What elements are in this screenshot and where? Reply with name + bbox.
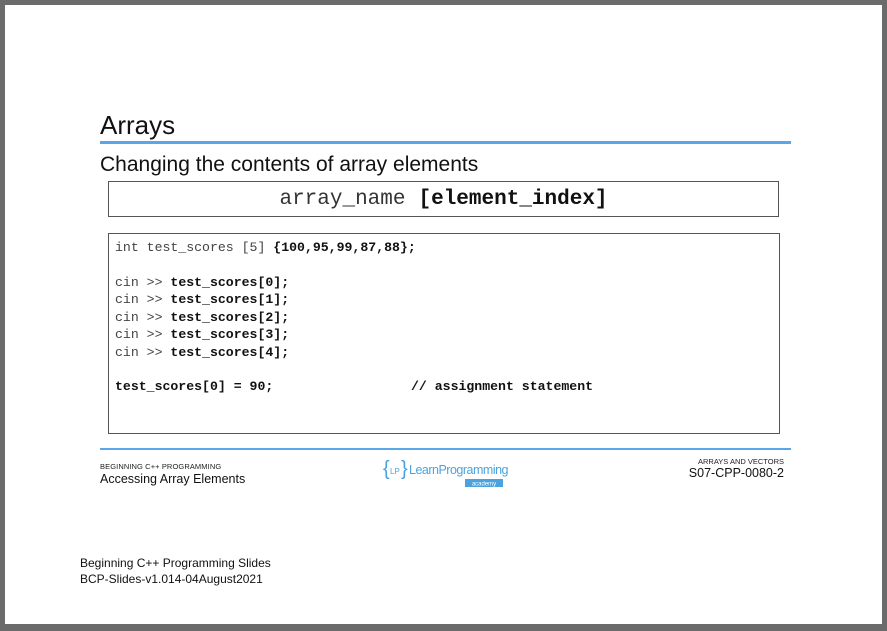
code-line-cin: cin >> test_scores[2]; (115, 309, 779, 327)
slide-title: Arrays (100, 110, 176, 140)
code-line-assignment: test_scores[0] = 90; // assignment statem… (115, 378, 779, 396)
cin-target: test_scores[2]; (170, 309, 290, 325)
logo-wordmark: LearnProgramming (409, 463, 509, 477)
svg-text:}: } (401, 458, 408, 480)
assignment-comment: // assignment statement (411, 379, 594, 394)
title-divider (100, 141, 791, 144)
document-title: Beginning C++ Programming Slides (80, 556, 271, 570)
syntax-box: array_name [element_index] (108, 181, 779, 217)
syntax-element-index: [element_index] (418, 187, 608, 211)
document-version: BCP-Slides-v1.014-04August2021 (80, 572, 263, 586)
logo-graphic: { LP } LearnProgramming academy (383, 458, 509, 488)
cin-target: test_scores[4]; (170, 344, 290, 360)
cin-target: test_scores[3]; (170, 327, 290, 342)
code-declaration: int test_scores [5] (115, 240, 274, 255)
cin-prefix: cin >> (115, 344, 171, 360)
slide-code: S07-CPP-0080-2 (688, 466, 784, 480)
section-name: ARRAYS AND VECTORS (698, 457, 784, 466)
syntax-array-name: array_name (279, 187, 406, 211)
code-line-declaration: int test_scores [5] {100,95,99,87,88}; (115, 239, 779, 257)
cin-prefix: cin >> (115, 327, 171, 342)
footer-divider (100, 448, 791, 450)
code-line-cin: cin >> test_scores[4]; (115, 344, 779, 362)
cin-prefix: cin >> (115, 309, 171, 325)
code-box: int test_scores [5] {100,95,99,87,88}; c… (108, 233, 780, 434)
assignment-statement: test_scores[0] = 90; (115, 379, 274, 394)
svg-text:{: { (383, 458, 390, 480)
code-line-cin: cin >> test_scores[0]; (115, 274, 779, 292)
lecture-title: Accessing Array Elements (100, 472, 246, 486)
course-name: BEGINNING C++ PROGRAMMING (100, 462, 222, 471)
slide-page: Arrays Changing the contents of array el… (5, 5, 882, 624)
cin-target: test_scores[1]; (170, 292, 290, 307)
cin-target: test_scores[0]; (170, 274, 290, 290)
logo-monogram: LP (390, 467, 400, 476)
logo-subtext: academy (472, 482, 496, 488)
code-initializer: {100,95,99,87,88}; (273, 240, 416, 255)
code-line-cin: cin >> test_scores[1]; (115, 291, 779, 309)
cin-prefix: cin >> (115, 292, 171, 307)
learnprogramming-logo: { LP } LearnProgramming academy (383, 458, 509, 488)
code-line-cin: cin >> test_scores[3]; (115, 326, 779, 344)
slide-subtitle: Changing the contents of array elements (100, 153, 479, 176)
cin-prefix: cin >> (115, 274, 171, 290)
